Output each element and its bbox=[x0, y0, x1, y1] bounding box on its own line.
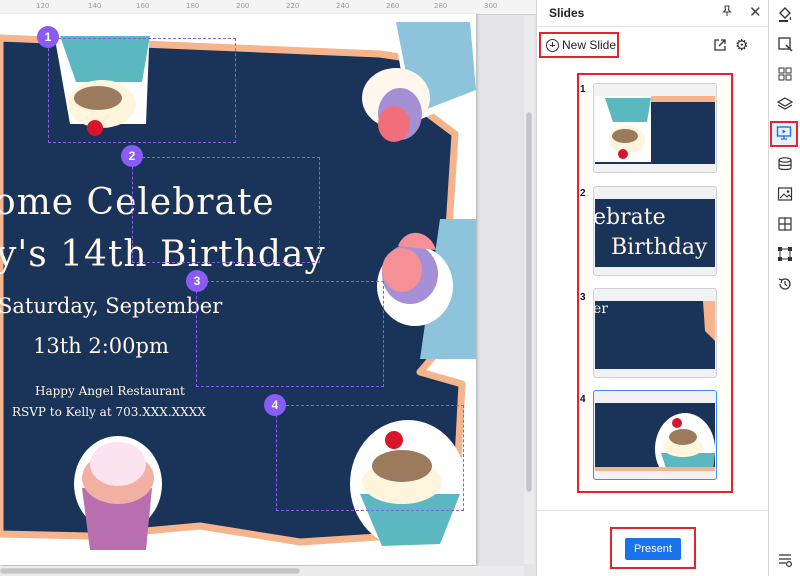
thumbnail-number: 3 bbox=[580, 292, 586, 303]
thumbnail-image: er bbox=[595, 301, 715, 369]
present-button[interactable]: Present bbox=[625, 538, 681, 560]
vertical-scrollbar-thumb[interactable] bbox=[526, 112, 532, 492]
slide-rsvp-text[interactable]: RSVP to Kelly at 703.XXX.XXXX bbox=[12, 405, 206, 419]
panel-divider bbox=[537, 26, 769, 27]
grid-icon[interactable] bbox=[775, 66, 795, 86]
thumbnail-image bbox=[595, 96, 715, 164]
ruler-tick: 260 bbox=[386, 2, 400, 10]
slide-thumbnail-2[interactable]: ebrate Birthday bbox=[593, 186, 717, 276]
slide-heading-line2[interactable]: y's 14th Birthday bbox=[0, 234, 326, 275]
ruler-tick: 220 bbox=[286, 2, 300, 10]
image-icon[interactable] bbox=[775, 186, 795, 206]
ruler-tick: 200 bbox=[236, 2, 250, 10]
close-icon[interactable]: ✕ bbox=[749, 3, 762, 21]
thumbnail-image bbox=[595, 403, 715, 471]
thumbnail-image: ebrate Birthday bbox=[595, 199, 715, 267]
cupcake-bottom-right bbox=[350, 420, 466, 548]
horizontal-scrollbar-thumb[interactable] bbox=[0, 568, 300, 574]
panel-footer-divider bbox=[537, 510, 769, 511]
history-icon[interactable] bbox=[775, 276, 795, 296]
settings-list-icon[interactable] bbox=[775, 552, 795, 572]
database-icon[interactable] bbox=[775, 156, 795, 176]
presentation-icon[interactable] bbox=[770, 121, 798, 147]
horizontal-ruler: 120 140 160 180 200 220 240 260 280 300 bbox=[0, 0, 536, 15]
vertical-scrollbar[interactable] bbox=[524, 16, 534, 564]
edit-shape-icon[interactable] bbox=[775, 36, 795, 56]
connector-icon[interactable] bbox=[775, 246, 795, 266]
present-highlight: Present bbox=[610, 527, 696, 569]
cupcake-top-right bbox=[362, 18, 476, 142]
thumbnail-number: 1 bbox=[580, 84, 586, 95]
slide-thumbnail-1[interactable] bbox=[593, 83, 717, 173]
slide-canvas[interactable]: ome Celebrate y's 14th Birthday Saturday… bbox=[0, 14, 476, 565]
slide-thumbnail-3[interactable]: er bbox=[593, 288, 717, 378]
slide-date-text[interactable]: Saturday, September bbox=[0, 294, 222, 318]
export-icon[interactable] bbox=[713, 38, 727, 55]
gear-icon[interactable]: ⚙ bbox=[735, 36, 748, 54]
thumbnail-text: Birthday bbox=[611, 235, 708, 260]
ruler-tick: 120 bbox=[36, 2, 50, 10]
slides-panel: Slides ✕ New Slide ⚙ 1 2 ebrate Birthday… bbox=[536, 0, 769, 576]
ruler-tick: 240 bbox=[336, 2, 350, 10]
region-badge-1: 1 bbox=[37, 26, 59, 48]
region-badge-3: 3 bbox=[186, 270, 208, 292]
thumbnail-text: ebrate bbox=[595, 205, 666, 230]
region-badge-4: 4 bbox=[264, 394, 286, 416]
fill-icon[interactable] bbox=[775, 6, 795, 26]
layers-icon[interactable] bbox=[775, 96, 795, 116]
thumbnail-number: 4 bbox=[580, 394, 586, 405]
ruler-tick: 140 bbox=[88, 2, 102, 10]
ruler-tick: 300 bbox=[484, 2, 498, 10]
slide-venue-text[interactable]: Happy Angel Restaurant bbox=[35, 384, 185, 398]
region-badge-2: 2 bbox=[121, 145, 143, 167]
layout-icon[interactable] bbox=[775, 216, 795, 236]
panel-title: Slides bbox=[549, 6, 585, 20]
slide-heading-line1[interactable]: ome Celebrate bbox=[0, 182, 275, 223]
ruler-tick: 160 bbox=[136, 2, 150, 10]
add-icon bbox=[546, 38, 559, 52]
canvas-area[interactable]: 120 140 160 180 200 220 240 260 280 300 bbox=[0, 0, 536, 576]
slide-thumbnail-4[interactable] bbox=[593, 390, 717, 480]
right-toolbar bbox=[768, 0, 800, 576]
slide-background bbox=[0, 18, 476, 550]
new-slide-label: New Slide bbox=[562, 38, 617, 52]
new-slide-button[interactable]: New Slide bbox=[539, 32, 619, 58]
thumbnail-number: 2 bbox=[580, 188, 586, 199]
horizontal-scrollbar[interactable] bbox=[0, 566, 524, 576]
slide-time-text[interactable]: 13th 2:00pm bbox=[33, 334, 169, 358]
ruler-tick: 280 bbox=[434, 2, 448, 10]
ruler-tick: 180 bbox=[186, 2, 200, 10]
pin-icon[interactable] bbox=[721, 5, 733, 20]
slide-thumbnail-list: 1 2 ebrate Birthday 3 r 4 bbox=[577, 73, 733, 493]
